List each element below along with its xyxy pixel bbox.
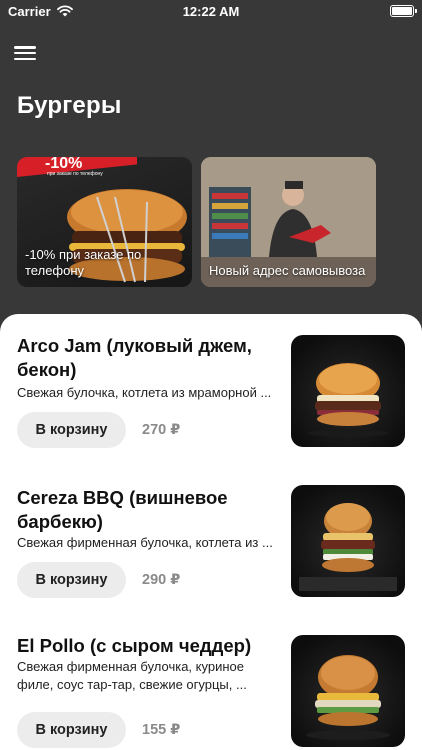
product-list: Arco Jam (луковый джем, бекон) Свежая бу… <box>0 314 422 750</box>
product-name: Cereza BBQ (вишневое барбекю) <box>17 487 228 532</box>
product-name: Arco Jam (луковый джем, бекон) <box>17 335 252 380</box>
product-description: Свежая булочка, котлета из мраморной ... <box>17 385 272 400</box>
promo-card-pickup[interactable]: Новый адрес самовывоза <box>201 157 376 287</box>
product-price: 270 ₽ <box>142 422 181 438</box>
battery-icon <box>390 5 417 17</box>
status-bar: Carrier 12:22 AM <box>0 0 422 22</box>
promo-caption: -10% при заказе по телефону <box>25 247 142 278</box>
add-to-cart-button[interactable]: В корзину <box>17 562 126 598</box>
product-price: 290 ₽ <box>142 572 181 588</box>
product-name: El Pollo (с сыром чеддер) <box>17 635 252 656</box>
promo-card-discount[interactable]: -10% при заказе по телефону -10% при зак… <box>17 157 192 287</box>
product-card[interactable]: El Pollo (с сыром чеддер) Свежая фирменн… <box>0 614 422 750</box>
product-card[interactable]: Arco Jam (луковый джем, бекон) Свежая бу… <box>0 314 422 464</box>
product-price: 155 ₽ <box>142 722 181 738</box>
product-image <box>291 485 405 597</box>
wifi-icon <box>56 5 73 17</box>
product-description: Свежая фирменная булочка, котлета из ... <box>17 535 273 550</box>
add-to-cart-button[interactable]: В корзину <box>17 412 126 448</box>
product-description: Свежая фирменная булочка, куриное филе, … <box>17 659 247 692</box>
product-image <box>291 335 405 447</box>
promo-caption: Новый адрес самовывоза <box>209 263 366 278</box>
product-image <box>291 635 405 747</box>
carrier-group: Carrier <box>8 4 73 19</box>
add-to-cart-button[interactable]: В корзину <box>17 712 126 748</box>
page-title: Бургеры <box>17 92 122 119</box>
menu-icon[interactable] <box>14 44 36 62</box>
carrier-label: Carrier <box>8 3 51 19</box>
promo-banner-subtext: при заказе по телефону <box>47 171 103 177</box>
product-card[interactable]: Cereza BBQ (вишневое барбекю) Свежая фир… <box>0 464 422 614</box>
